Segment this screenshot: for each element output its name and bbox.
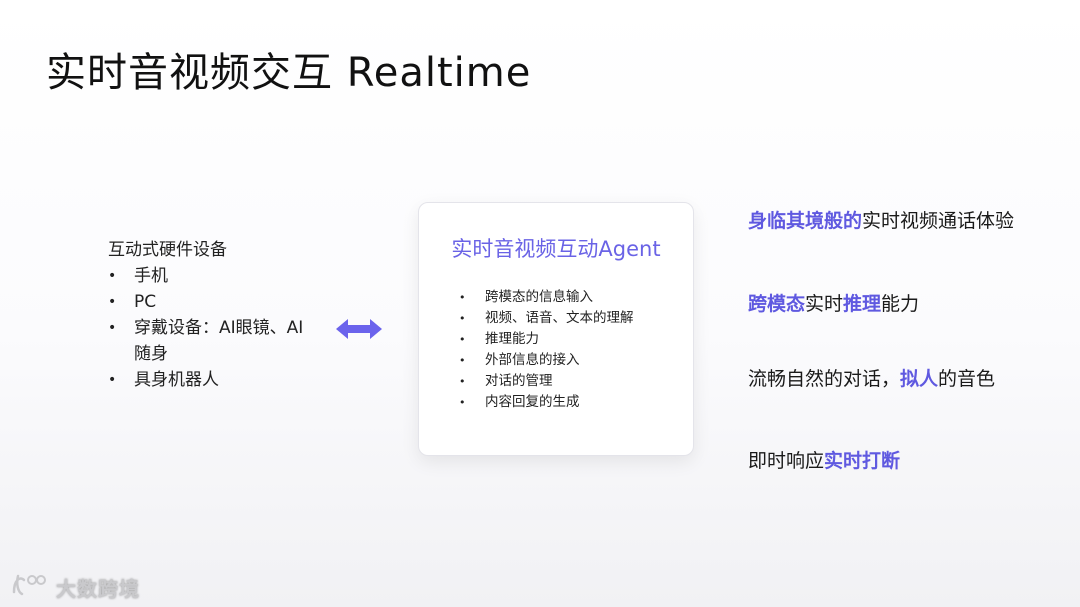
list-item: • PC xyxy=(108,292,157,312)
list-item: • 穿戴设备：AI眼镜、AI随身 xyxy=(108,318,304,364)
hardware-heading: 互动式硬件设备 xyxy=(108,240,227,260)
agent-card-title: 实时音视频互动Agent xyxy=(451,237,661,261)
feature-multimodal-reasoning: 跨模态实时推理能力 xyxy=(748,293,920,315)
list-item: • 手机 xyxy=(108,266,168,286)
list-item: • 具身机器人 xyxy=(108,370,219,390)
feature-natural-dialogue: 流畅自然的对话，拟人的音色 xyxy=(748,368,996,390)
page-title: 实时音视频交互 Realtime xyxy=(46,50,532,96)
hardware-list: 互动式硬件设备 • 手机 • PC • 穿戴设备：AI眼镜、AI随身 • 具身机器人 xyxy=(108,237,308,393)
brand-logo-icon xyxy=(10,572,50,602)
feature-instant-response: 即时响应实时打断 xyxy=(748,450,901,472)
list-item: • 外部信息的接入 xyxy=(459,352,580,368)
double-arrow-icon xyxy=(336,317,382,345)
list-item: • 内容回复的生成 xyxy=(459,394,580,410)
feature-immersive-video: 身临其境般的实时视频通话体验 xyxy=(748,210,1015,232)
watermark: 大数跨境 xyxy=(10,572,140,602)
agent-card: 实时音视频互动Agent • 跨模态的信息输入 • 视频、语音、文本的理解 • 推理能… xyxy=(418,202,694,456)
list-item: • 视频、语音、文本的理解 xyxy=(459,310,634,326)
watermark-text: 大数跨境 xyxy=(56,576,140,601)
list-item: • 推理能力 xyxy=(459,331,539,347)
list-item: • 跨模态的信息输入 xyxy=(459,289,593,305)
list-item: • 对话的管理 xyxy=(459,373,553,389)
